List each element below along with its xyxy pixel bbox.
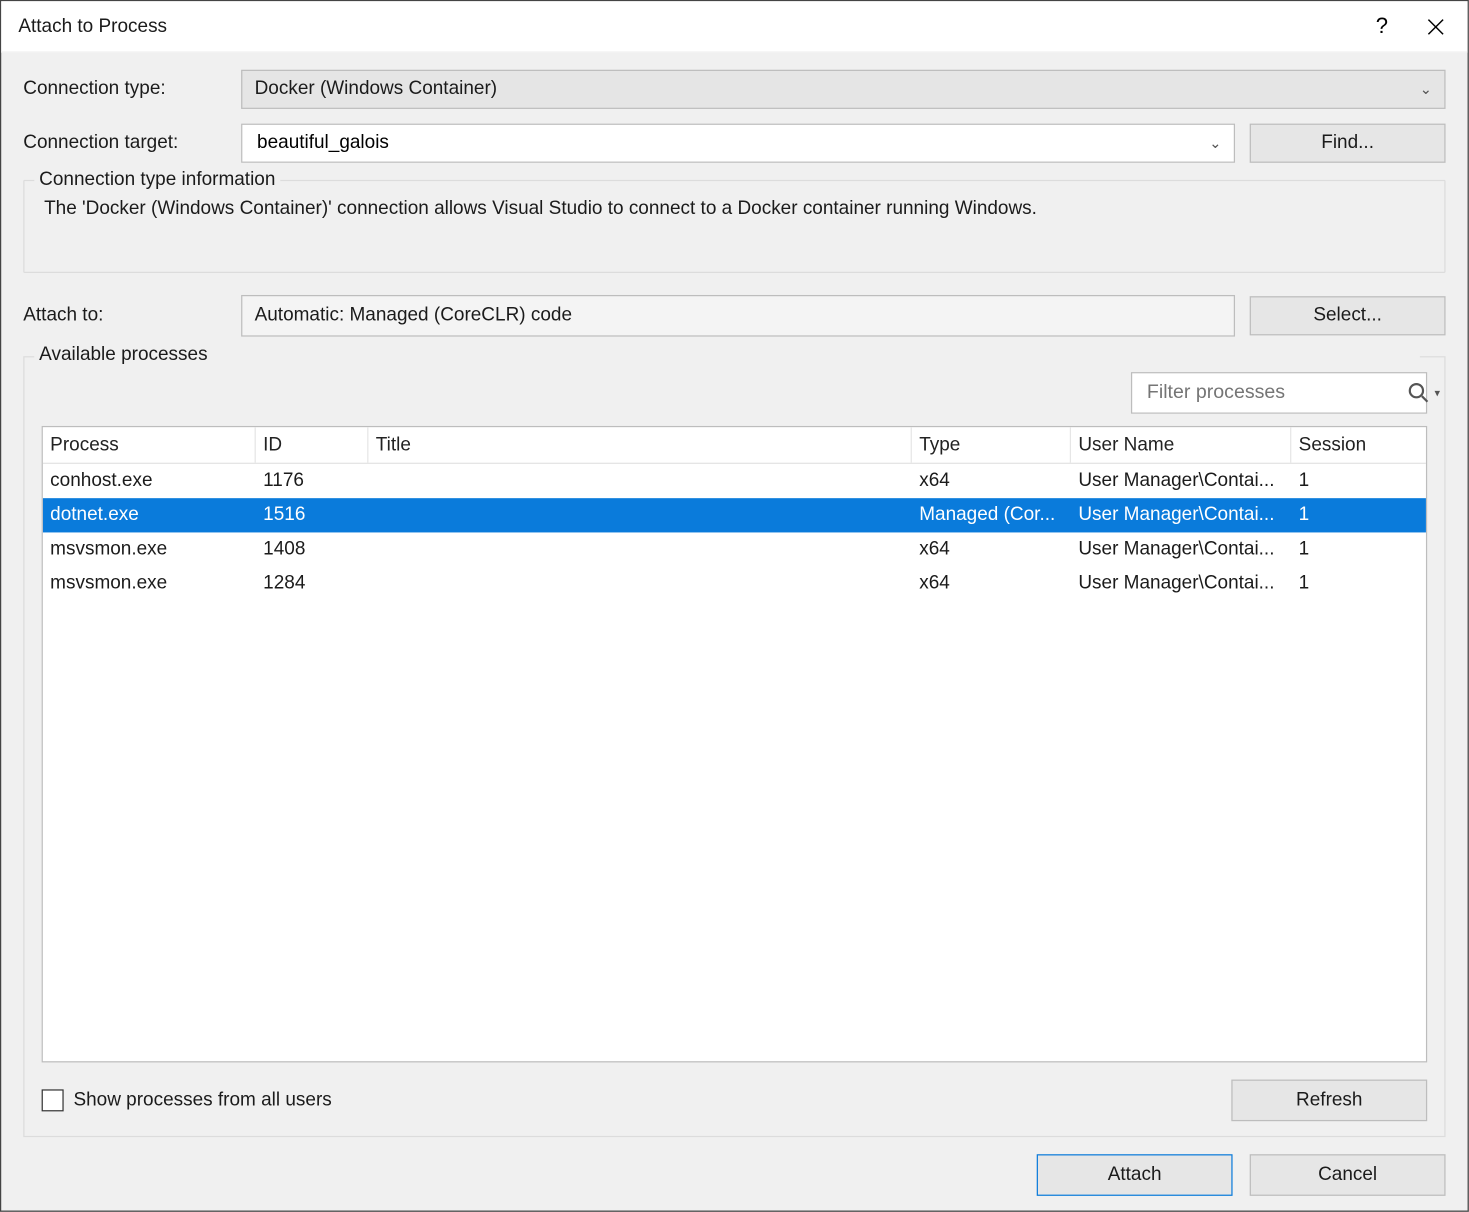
column-process[interactable]: Process (43, 427, 256, 462)
process-grid-header[interactable]: Process ID Title Type User Name Session (43, 427, 1426, 464)
filter-processes-field[interactable]: ▾ (1131, 372, 1427, 414)
table-row[interactable]: conhost.exe1176 x64User Manager\Contai...… (43, 464, 1426, 498)
find-button[interactable]: Find... (1250, 124, 1446, 163)
available-processes-legend: Available processes (34, 344, 1420, 366)
attach-to-process-dialog: Attach to Process ? Connection type: Doc… (0, 0, 1469, 1212)
process-grid-body: conhost.exe1176x64User Manager\Contai...… (43, 464, 1426, 601)
connection-type-combo[interactable]: Docker (Windows Container) ⌄ (241, 70, 1445, 109)
attach-to-field: Automatic: Managed (CoreCLR) code (241, 295, 1235, 337)
dialog-title: Attach to Process (18, 15, 1355, 37)
cell-user: User Manager\Contai... (1071, 573, 1291, 595)
close-button[interactable] (1409, 2, 1463, 51)
show-all-users-checkbox[interactable]: Show processes from all users (42, 1089, 332, 1111)
table-row[interactable]: dotnet.exe1516 Managed (Cor...User Manage… (43, 498, 1426, 532)
connection-target-label: Connection target: (23, 132, 241, 154)
cell-id: 1176 (256, 470, 369, 492)
cell-type: Managed (Cor... (912, 504, 1071, 526)
column-id[interactable]: ID (256, 427, 369, 462)
connection-info-text: The 'Docker (Windows Container)' connect… (24, 198, 1444, 220)
connection-info-group: Connection type information The 'Docker … (23, 180, 1445, 273)
filter-processes-input[interactable] (1144, 381, 1402, 405)
table-row[interactable]: msvsmon.exe1284 x64User Manager\Contai...… (43, 567, 1426, 601)
cell-id: 1516 (256, 504, 369, 526)
cell-user: User Manager\Contai... (1071, 504, 1291, 526)
chevron-down-icon: ⌄ (1209, 135, 1221, 152)
close-icon (1427, 18, 1444, 35)
search-icon (1408, 381, 1430, 405)
show-all-users-label: Show processes from all users (73, 1089, 331, 1111)
column-title[interactable]: Title (368, 427, 911, 462)
attach-to-value: Automatic: Managed (CoreCLR) code (255, 305, 572, 327)
table-row[interactable]: msvsmon.exe1408 x64User Manager\Contai...… (43, 532, 1426, 566)
attach-to-label: Attach to: (23, 305, 241, 327)
cell-process: dotnet.exe (43, 504, 256, 526)
cell-session: 1 (1291, 539, 1426, 561)
help-button[interactable]: ? (1355, 2, 1409, 51)
connection-target-combo[interactable]: ⌄ (241, 124, 1235, 163)
cell-process: conhost.exe (43, 470, 256, 492)
cell-id: 1284 (256, 573, 369, 595)
refresh-button[interactable]: Refresh (1231, 1080, 1427, 1122)
cell-type: x64 (912, 539, 1071, 561)
cell-user: User Manager\Contai... (1071, 470, 1291, 492)
connection-type-value: Docker (Windows Container) (255, 78, 1420, 100)
titlebar: Attach to Process ? (1, 1, 1467, 52)
cell-process: msvsmon.exe (43, 539, 256, 561)
filter-dropdown-icon[interactable]: ▾ (1435, 386, 1441, 399)
dialog-footer: Attach Cancel (23, 1154, 1445, 1196)
connection-target-row: Connection target: ⌄ Find... (23, 124, 1445, 163)
attach-to-row: Attach to: Automatic: Managed (CoreCLR) … (23, 295, 1445, 337)
available-processes-group: Available processes ▾ Process ID Title T… (23, 356, 1445, 1137)
connection-type-label: Connection type: (23, 78, 241, 100)
below-grid-row: Show processes from all users Refresh (42, 1080, 1428, 1122)
filter-row: ▾ (42, 372, 1428, 414)
cell-type: x64 (912, 573, 1071, 595)
process-grid[interactable]: Process ID Title Type User Name Session … (42, 426, 1428, 1062)
chevron-down-icon: ⌄ (1420, 81, 1432, 98)
connection-target-input[interactable] (255, 131, 1210, 155)
column-type[interactable]: Type (912, 427, 1071, 462)
cell-session: 1 (1291, 470, 1426, 492)
cell-session: 1 (1291, 504, 1426, 526)
checkbox-box[interactable] (42, 1089, 64, 1111)
cell-process: msvsmon.exe (43, 573, 256, 595)
column-username[interactable]: User Name (1071, 427, 1291, 462)
connection-type-row: Connection type: Docker (Windows Contain… (23, 70, 1445, 109)
cancel-button[interactable]: Cancel (1250, 1154, 1446, 1196)
select-button[interactable]: Select... (1250, 296, 1446, 335)
column-session[interactable]: Session (1291, 427, 1426, 462)
cell-user: User Manager\Contai... (1071, 539, 1291, 561)
connection-info-legend: Connection type information (34, 169, 280, 191)
attach-button[interactable]: Attach (1037, 1154, 1233, 1196)
cell-session: 1 (1291, 573, 1426, 595)
cell-id: 1408 (256, 539, 369, 561)
cell-type: x64 (912, 470, 1071, 492)
